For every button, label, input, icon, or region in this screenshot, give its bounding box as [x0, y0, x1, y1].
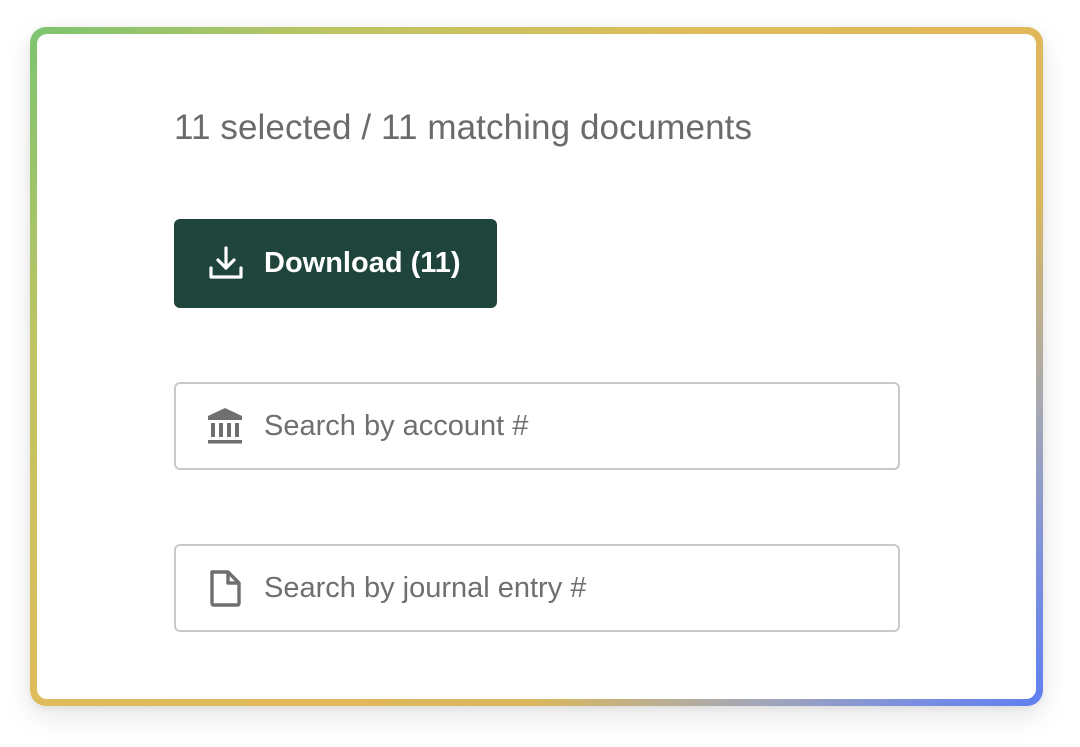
selection-summary: 11 selected / 11 matching documents	[174, 108, 753, 147]
document-icon	[206, 568, 244, 608]
account-search-input[interactable]	[264, 409, 864, 443]
account-search-box[interactable]	[174, 382, 900, 470]
download-button[interactable]: Download (11)	[174, 219, 497, 308]
gradient-frame: 11 selected / 11 matching documents Down…	[30, 27, 1043, 706]
download-button-label: Download (11)	[264, 247, 461, 279]
bank-icon	[206, 406, 244, 446]
download-icon	[206, 244, 246, 284]
journal-search-input[interactable]	[264, 571, 864, 605]
journal-search-box[interactable]	[174, 544, 900, 632]
documents-card: 11 selected / 11 matching documents Down…	[37, 34, 1036, 699]
